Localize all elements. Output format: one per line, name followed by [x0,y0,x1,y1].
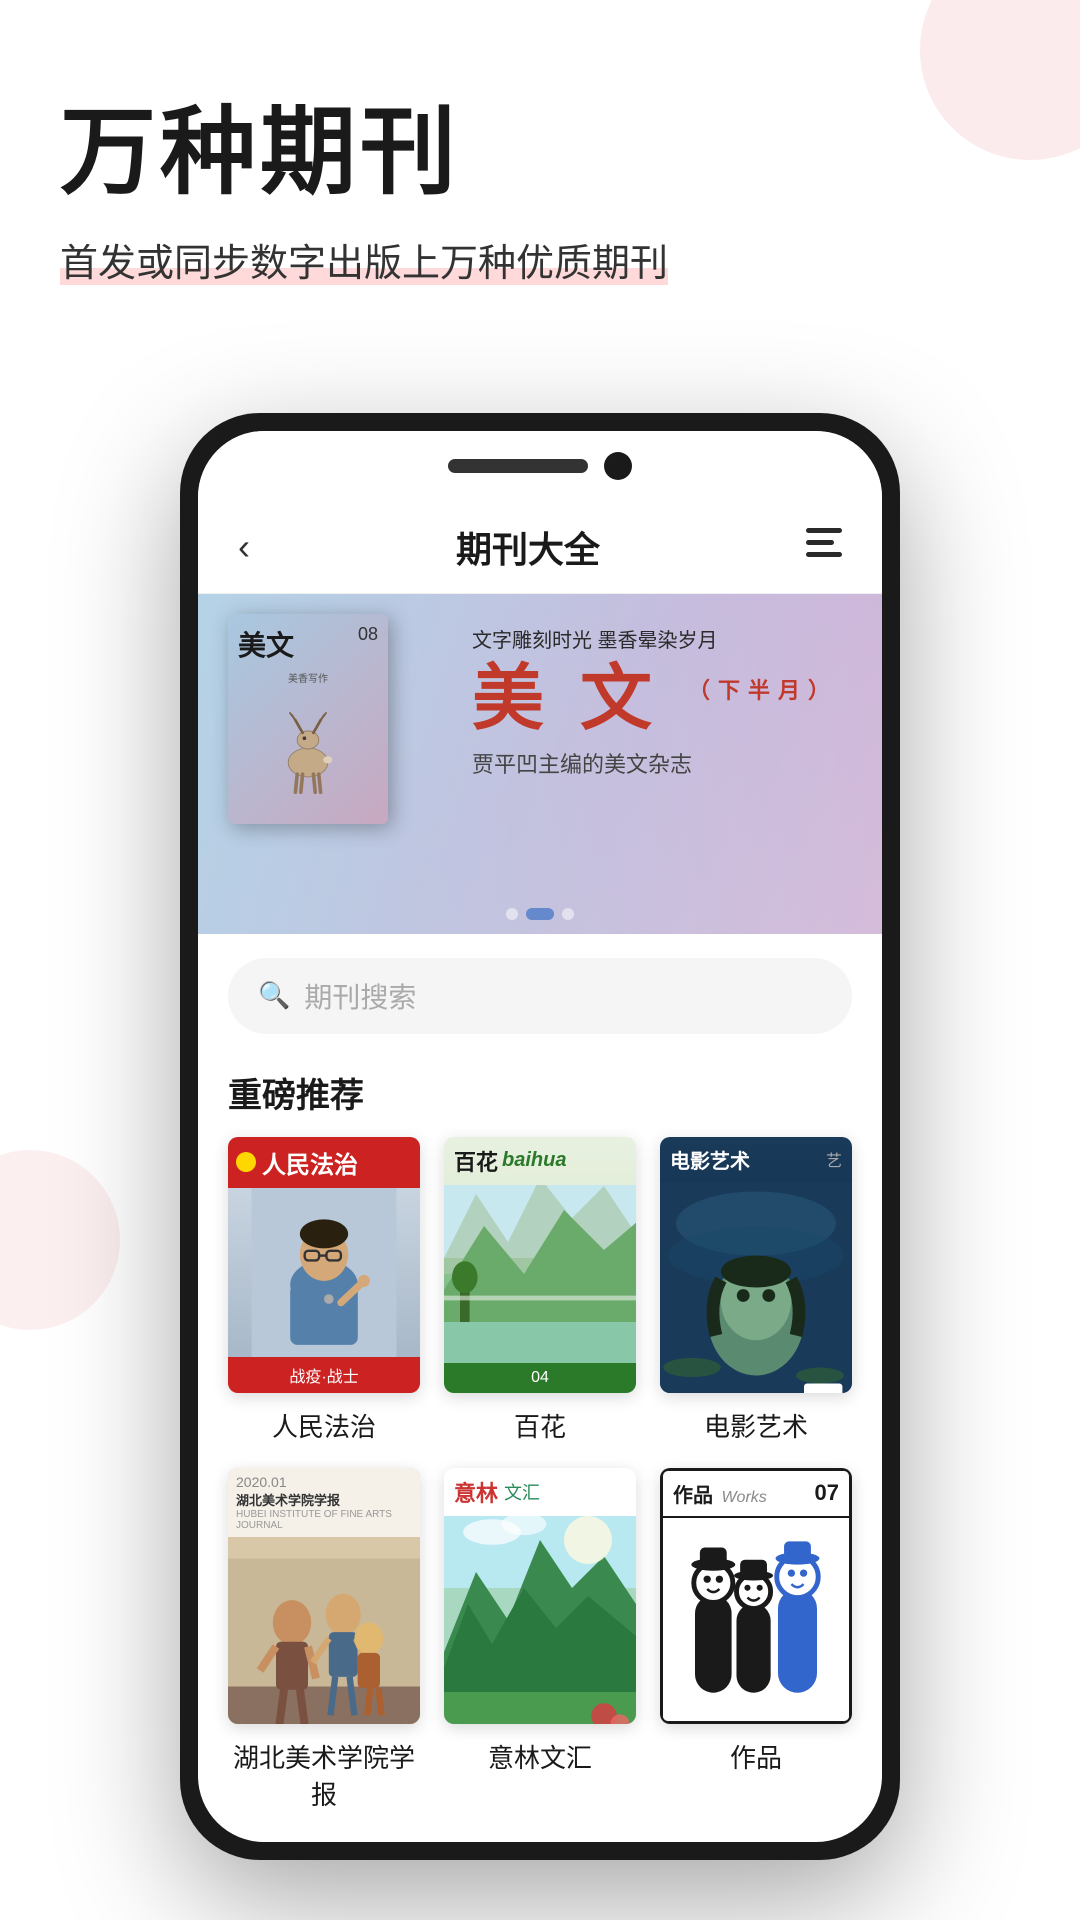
banner-deer-area [238,685,378,814]
banner-dot-2[interactable] [526,908,554,920]
banner-mag-header: 美文 08 [238,624,378,664]
banner[interactable]: 美文 08 美香写作 [198,594,882,934]
phone-inner: ‹ 期刊大全 美文 08 [198,431,882,1842]
hero-subtitle: 首发或同步数字出版上万种优质期刊 [60,236,1020,293]
list-item[interactable]: 人民法治 [228,1137,420,1444]
magazine-name-hubei: 湖北美术学院学报 [228,1738,420,1812]
banner-mag-title: 美文 [238,624,294,664]
phone-wrapper: ‹ 期刊大全 美文 08 [0,413,1080,1920]
banner-half-moon: （下半月） [688,678,838,703]
menu-button[interactable] [806,528,842,566]
magazine-name-dianying: 电影艺术 [704,1407,808,1444]
magazine-cover-dianying[interactable]: 电影艺术 艺 [660,1137,852,1393]
list-item[interactable]: 作品 Works 07 [660,1468,852,1812]
list-item[interactable]: 意林 文汇 [444,1468,636,1812]
back-button[interactable]: ‹ [238,526,250,568]
search-icon: 🔍 [258,980,290,1011]
banner-main-title: 美 文 （下半月） [472,663,852,735]
phone-status-bar [198,431,882,501]
magazine-cover-renmin[interactable]: 人民法治 [228,1137,420,1393]
list-item[interactable]: 2020.01 湖北美术学院学报 HUBEI INSTITUTE OF FINE… [228,1468,420,1812]
deer-icon [263,695,353,803]
magazine-name-zuopin: 作品 [730,1738,782,1775]
banner-magazine-cover: 美文 08 美香写作 [228,614,388,824]
banner-slogan: 文字雕刻时光 墨香晕染岁月 [472,624,852,653]
banner-mag-sub: 美香写作 [288,670,328,685]
phone-mockup: ‹ 期刊大全 美文 08 [180,413,900,1860]
magazine-cover-baihua[interactable]: 百花 baihua [444,1137,636,1393]
banner-pagination [506,908,574,920]
banner-dot-1[interactable] [506,908,518,920]
banner-subtitle: 贾平凹主编的美文杂志 [472,747,852,779]
search-bar[interactable]: 🔍 期刊搜索 [228,958,852,1034]
banner-text-area: 文字雕刻时光 墨香晕染岁月 美 文 （下半月） 贾平凹主编的美文杂志 [472,624,852,779]
page-title: 期刊大全 [456,521,600,573]
magazine-cover-hubei[interactable]: 2020.01 湖北美术学院学报 HUBEI INSTITUTE OF FINE… [228,1468,420,1724]
magazine-name-renmin: 人民法治 [272,1407,376,1444]
phone-notch-area [448,452,632,480]
banner-mag-issue: 08 [358,624,378,664]
list-item[interactable]: 电影艺术 艺 [660,1137,852,1444]
banner-dot-3[interactable] [562,908,574,920]
app-header: ‹ 期刊大全 [198,501,882,594]
section-title: 重磅推荐 [198,1058,882,1137]
camera-icon [604,452,632,480]
hero-title: 万种期刊 [60,100,1020,206]
list-item[interactable]: 百花 baihua [444,1137,636,1444]
hero-section: 万种期刊 首发或同步数字出版上万种优质期刊 [0,0,1080,353]
magazine-name-baihua: 百花 [514,1407,566,1444]
search-placeholder-text: 期刊搜索 [304,976,416,1016]
magazine-grid: 人民法治 [198,1137,882,1842]
magazine-cover-zuopin[interactable]: 作品 Works 07 [660,1468,852,1724]
magazine-cover-yilin[interactable]: 意林 文汇 [444,1468,636,1724]
speaker-bar [448,459,588,473]
magazine-name-yilin: 意林文汇 [488,1738,592,1775]
